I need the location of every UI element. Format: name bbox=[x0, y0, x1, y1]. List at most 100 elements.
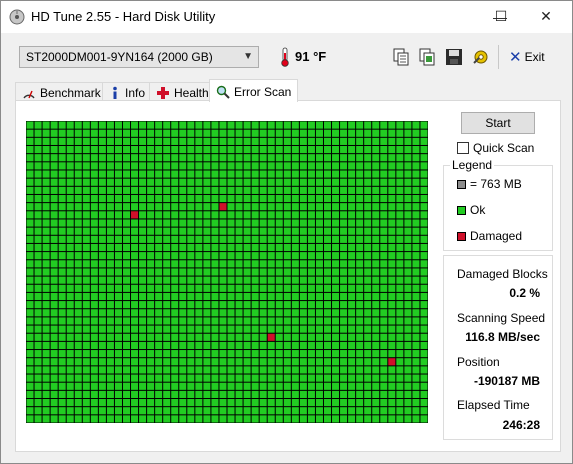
tab-info[interactable]: Info bbox=[102, 82, 153, 101]
scan-block-ok bbox=[227, 243, 235, 252]
scan-block-ok bbox=[291, 292, 299, 301]
scan-block-ok bbox=[58, 252, 66, 260]
scan-block-ok bbox=[372, 162, 380, 170]
scan-block-ok bbox=[380, 129, 388, 137]
scan-block-ok bbox=[122, 415, 131, 423]
scan-block-ok bbox=[235, 227, 243, 235]
scan-block-ok bbox=[283, 145, 291, 154]
scan-block-ok bbox=[179, 366, 187, 374]
scan-block-ok bbox=[235, 129, 243, 137]
scan-block-ok bbox=[114, 227, 122, 235]
maximize-button[interactable]: ☐ bbox=[478, 1, 524, 32]
scan-block-ok bbox=[380, 178, 388, 186]
drive-select[interactable]: ST2000DM001-9YN164 (2000 GB) ▼ bbox=[19, 46, 259, 68]
title-bar[interactable]: HD Tune 2.55 - Hard Disk Utility — ☐ ✕ bbox=[1, 1, 572, 33]
stats-group bbox=[443, 255, 553, 440]
scan-block-ok bbox=[396, 203, 404, 211]
scan-block-ok bbox=[420, 276, 428, 284]
scan-block-ok bbox=[267, 366, 275, 374]
scan-block-ok bbox=[259, 366, 267, 374]
scan-block-ok bbox=[243, 203, 251, 211]
quick-scan-box[interactable] bbox=[457, 142, 469, 154]
quick-scan-checkbox[interactable]: Quick Scan bbox=[457, 141, 534, 155]
scan-block-ok bbox=[380, 227, 388, 235]
scan-block-ok bbox=[131, 203, 139, 211]
scan-block-ok bbox=[90, 415, 98, 423]
scan-block-ok bbox=[34, 162, 42, 170]
scan-block-ok bbox=[283, 252, 291, 260]
scan-block-ok bbox=[227, 292, 235, 301]
close-button[interactable]: ✕ bbox=[523, 1, 569, 32]
scan-block-ok bbox=[356, 203, 364, 211]
scan-block-ok bbox=[340, 292, 348, 301]
scan-block-ok bbox=[396, 382, 404, 390]
scan-block-ok bbox=[243, 268, 251, 276]
tab-error-scan[interactable]: Error Scan bbox=[209, 79, 299, 102]
scan-block-ok bbox=[155, 121, 163, 129]
scan-block-ok bbox=[332, 235, 340, 243]
scan-block-ok bbox=[259, 317, 267, 325]
scan-block-ok bbox=[420, 390, 428, 399]
scan-block-ok bbox=[388, 333, 396, 341]
scan-block-ok bbox=[243, 121, 251, 129]
scan-block-ok bbox=[114, 284, 122, 292]
scan-block-ok bbox=[82, 219, 90, 227]
scan-block-ok bbox=[171, 276, 179, 284]
copy-icon[interactable] bbox=[391, 47, 411, 67]
scan-block-ok bbox=[66, 407, 74, 415]
scan-block-ok bbox=[299, 252, 307, 260]
scan-block-ok bbox=[106, 243, 114, 252]
scan-block-ok bbox=[388, 186, 396, 194]
tab-benchmark[interactable]: Benchmark bbox=[15, 82, 108, 101]
scan-block-ok bbox=[58, 284, 66, 292]
scan-block-ok bbox=[131, 284, 139, 292]
scan-block-ok bbox=[291, 219, 299, 227]
scan-block-ok bbox=[412, 121, 420, 129]
scan-block-ok bbox=[74, 268, 82, 276]
scan-block-ok bbox=[155, 235, 163, 243]
scan-block-ok bbox=[147, 292, 155, 301]
scan-block-ok bbox=[404, 390, 412, 399]
scan-block-ok bbox=[90, 235, 98, 243]
scan-block-ok bbox=[90, 186, 98, 194]
scan-block-ok bbox=[356, 170, 364, 178]
copy-screenshot-icon[interactable] bbox=[417, 47, 437, 67]
tab-health[interactable]: Health bbox=[149, 82, 216, 101]
scan-block-ok bbox=[74, 325, 82, 333]
scan-block-ok bbox=[131, 382, 139, 390]
scan-block-ok bbox=[291, 235, 299, 243]
scan-block-ok bbox=[203, 121, 211, 129]
scan-block-ok bbox=[42, 399, 50, 407]
scan-block-ok bbox=[412, 178, 420, 186]
scan-block-ok bbox=[155, 252, 163, 260]
scan-block-ok bbox=[66, 341, 74, 350]
scan-block-ok bbox=[243, 301, 251, 309]
scan-block-ok bbox=[195, 301, 203, 309]
save-icon[interactable] bbox=[444, 47, 464, 67]
scan-block-ok bbox=[122, 333, 131, 341]
scan-block-ok bbox=[307, 186, 315, 194]
scan-block-ok bbox=[283, 415, 291, 423]
options-icon[interactable] bbox=[471, 47, 491, 67]
scan-block-ok bbox=[114, 292, 122, 301]
scan-block-ok bbox=[131, 129, 139, 137]
start-button[interactable]: Start bbox=[461, 112, 535, 134]
scan-block-ok bbox=[187, 325, 195, 333]
scan-block-ok bbox=[323, 268, 332, 276]
scan-block-ok bbox=[340, 194, 348, 203]
scan-block-ok bbox=[139, 301, 147, 309]
scan-block-ok bbox=[26, 121, 34, 129]
scan-block-ok bbox=[404, 145, 412, 154]
exit-button[interactable]: ✕ Exit bbox=[509, 48, 545, 66]
scan-block-ok bbox=[356, 243, 364, 252]
scan-block-ok bbox=[187, 186, 195, 194]
scan-block-ok bbox=[203, 415, 211, 423]
scan-block-ok bbox=[98, 154, 106, 162]
scan-block-ok bbox=[187, 129, 195, 137]
scan-block-ok bbox=[299, 317, 307, 325]
scan-block-ok bbox=[34, 227, 42, 235]
scan-block-ok bbox=[211, 235, 219, 243]
scan-block-ok bbox=[42, 333, 50, 341]
scan-block-ok bbox=[114, 399, 122, 407]
scan-block-ok bbox=[275, 137, 283, 145]
